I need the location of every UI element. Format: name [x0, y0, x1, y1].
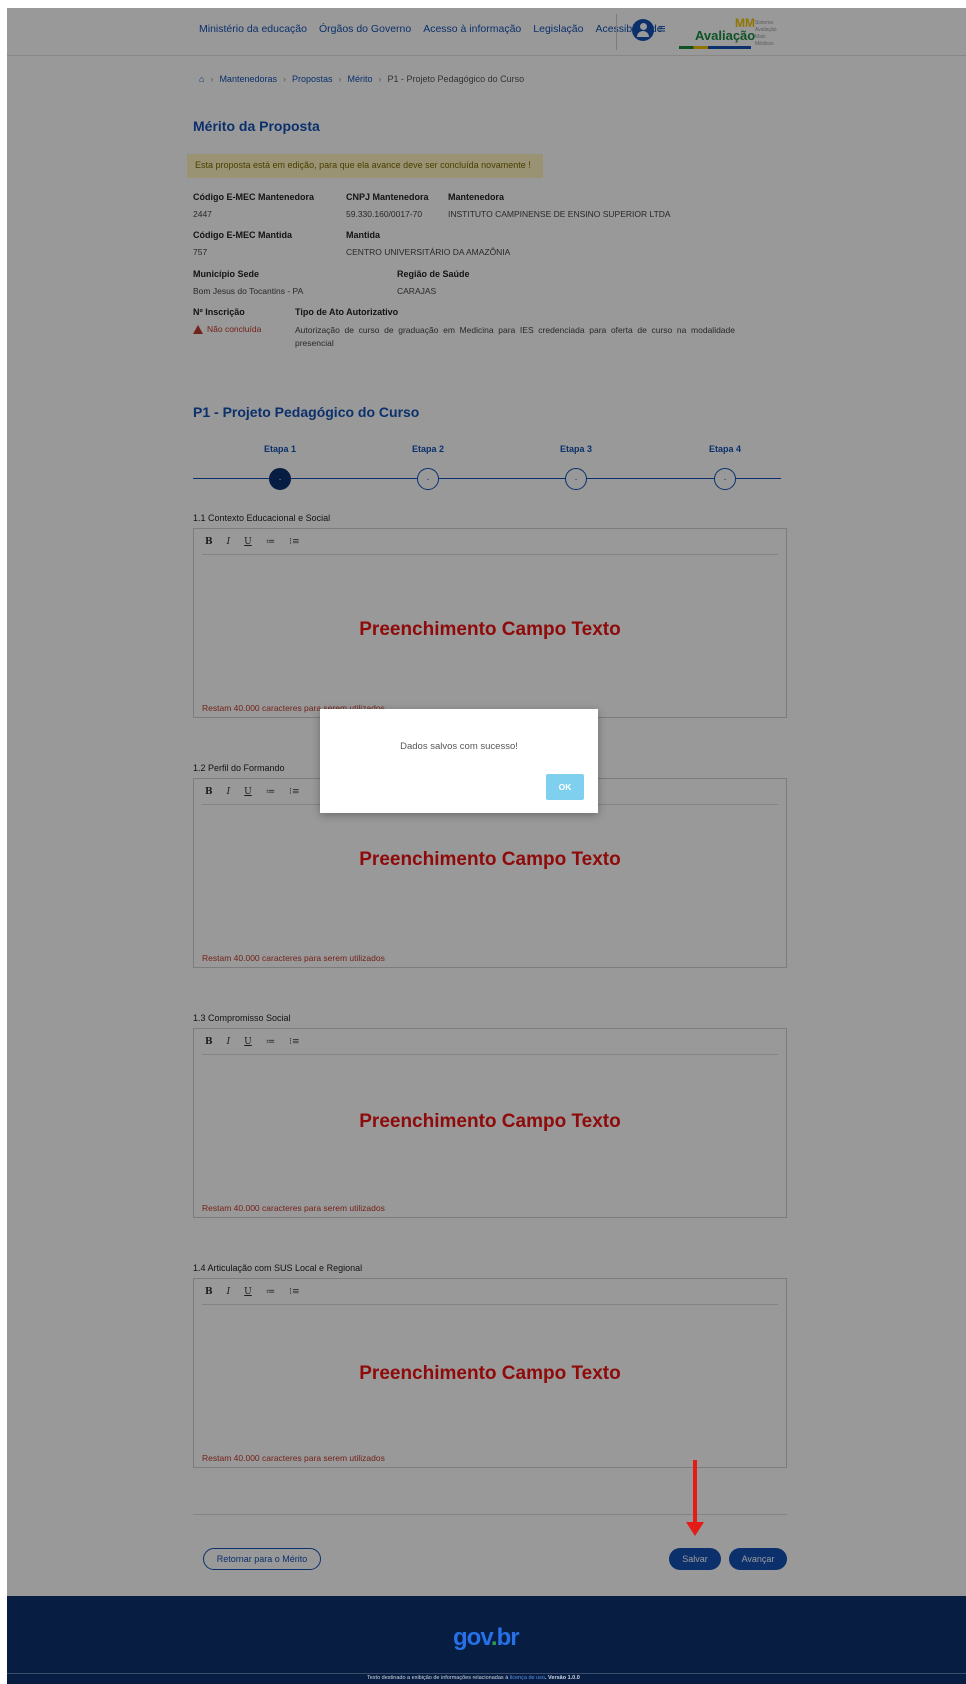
site-footer: gov.br Texto destinado a exibição de inf… [7, 1596, 966, 1684]
annotation-arrowhead-icon [686, 1522, 704, 1536]
footer-note: Texto destinado a exibição de informaçõe… [367, 1675, 580, 1681]
annotation-arrow-icon [693, 1460, 697, 1524]
success-dialog: Dados salvos com sucesso! OK [320, 709, 598, 813]
browser-viewport: Ministério da educação Órgãos do Governo… [7, 8, 966, 1684]
license-link[interactable]: licença de uso [510, 1675, 545, 1681]
ok-button[interactable]: OK [546, 774, 584, 800]
success-message: Dados salvos com sucesso! [400, 741, 518, 752]
footer-divider [7, 1673, 966, 1674]
govbr-logo: gov.br [453, 1624, 520, 1651]
